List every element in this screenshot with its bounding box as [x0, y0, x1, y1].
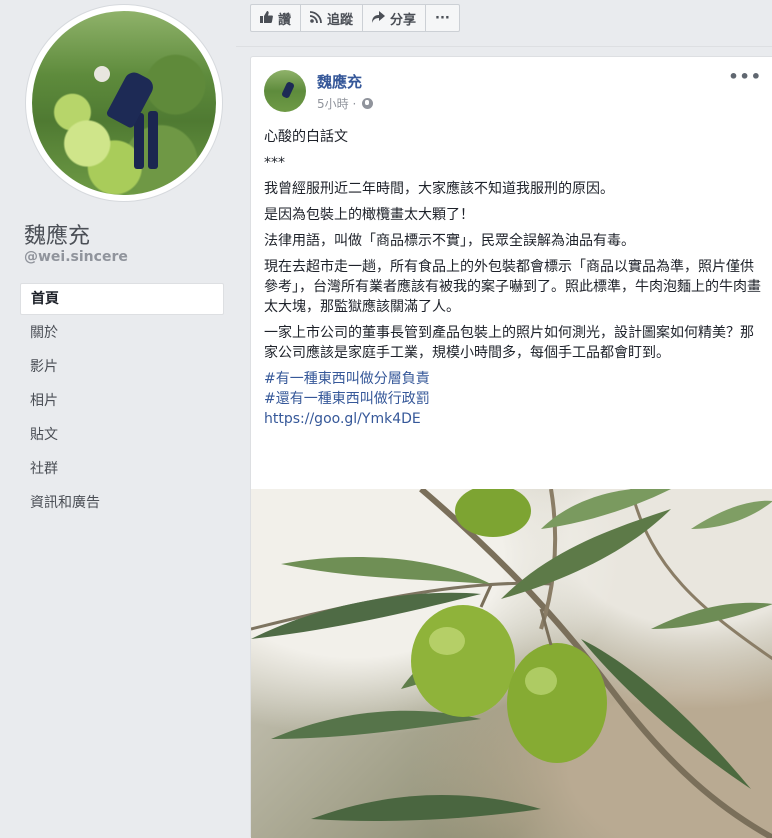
- post-separator: ***: [264, 155, 285, 171]
- profile-picture[interactable]: [26, 5, 222, 201]
- post-paragraph: 是因為包裝上的橄欖畫太大顆了！: [264, 207, 474, 223]
- share-arrow-icon: [372, 10, 386, 26]
- like-label: 讚: [278, 12, 292, 28]
- post-author-avatar[interactable]: [264, 70, 306, 112]
- nav-item-posts[interactable]: 貼文: [20, 419, 224, 453]
- post-url-link[interactable]: https://goo.gl/Ymk4DE: [264, 409, 764, 429]
- page-nav: 首頁 關於 影片 相片 貼文 社群 資訊和廣告: [20, 283, 224, 521]
- more-options-button[interactable]: ···: [425, 4, 460, 32]
- post-paragraph: 現在去超市走一趟，所有食品上的外包裝都會標示「商品以實品為準，照片僅供參考」，台…: [264, 259, 761, 315]
- nav-item-info-and-ads[interactable]: 資訊和廣告: [20, 487, 224, 521]
- follow-button[interactable]: 追蹤: [300, 4, 364, 32]
- share-label: 分享: [390, 12, 417, 28]
- page-handle[interactable]: @wei.sincere: [24, 249, 128, 265]
- profile-photo-garden: [32, 11, 216, 195]
- post-more-icon[interactable]: •••: [728, 67, 762, 86]
- share-button[interactable]: 分享: [362, 4, 427, 32]
- follow-label: 追蹤: [327, 12, 354, 28]
- olive-branch-photo[interactable]: [251, 489, 772, 838]
- olive-branch-illustration: [251, 489, 772, 838]
- post-timestamp[interactable]: 5小時: [317, 95, 349, 112]
- globe-icon: [362, 98, 374, 109]
- hashtag-link[interactable]: #還有一種東西叫做行政罰: [264, 389, 764, 409]
- post-card: 魏應充 5小時 · ••• 心酸的白話文 *** 我曾經服刑近二年時間，大家應該…: [250, 56, 772, 838]
- nav-item-about[interactable]: 關於: [20, 317, 224, 351]
- post-author-name[interactable]: 魏應充: [317, 71, 362, 92]
- post-meta: 5小時 ·: [317, 95, 374, 112]
- rss-icon: [309, 10, 322, 26]
- header-divider: [236, 46, 772, 47]
- nav-item-videos[interactable]: 影片: [20, 351, 224, 385]
- page-action-bar: 讚 追蹤 分享 ···: [250, 4, 460, 32]
- like-button[interactable]: 讚: [250, 4, 302, 32]
- left-column: 魏應充 @wei.sincere 首頁 關於 影片 相片 貼文 社群 資訊和廣告: [0, 0, 236, 837]
- thumbs-up-icon: [260, 10, 273, 26]
- post-paragraph: 法律用語，叫做「商品標示不實」，民眾全誤解為油品有毒。: [264, 233, 635, 249]
- hashtag-link[interactable]: #有一種東西叫做分層負責: [264, 369, 764, 389]
- nav-item-community[interactable]: 社群: [20, 453, 224, 487]
- post-paragraph: 一家上市公司的董事長管到產品包裝上的照片如何測光，設計圖案如何精美？那家公司應該…: [264, 325, 754, 361]
- nav-item-home[interactable]: 首頁: [20, 283, 224, 315]
- more-dots-icon: ···: [435, 10, 450, 26]
- post-paragraph: 我曾經服刑近二年時間，大家應該不知道我服刑的原因。: [264, 181, 614, 197]
- post-body: 心酸的白話文 *** 我曾經服刑近二年時間，大家應該不知道我服刑的原因。 是因為…: [264, 127, 764, 429]
- nav-item-photos[interactable]: 相片: [20, 385, 224, 419]
- post-title: 心酸的白話文: [264, 129, 348, 145]
- page-name[interactable]: 魏應充: [24, 218, 90, 250]
